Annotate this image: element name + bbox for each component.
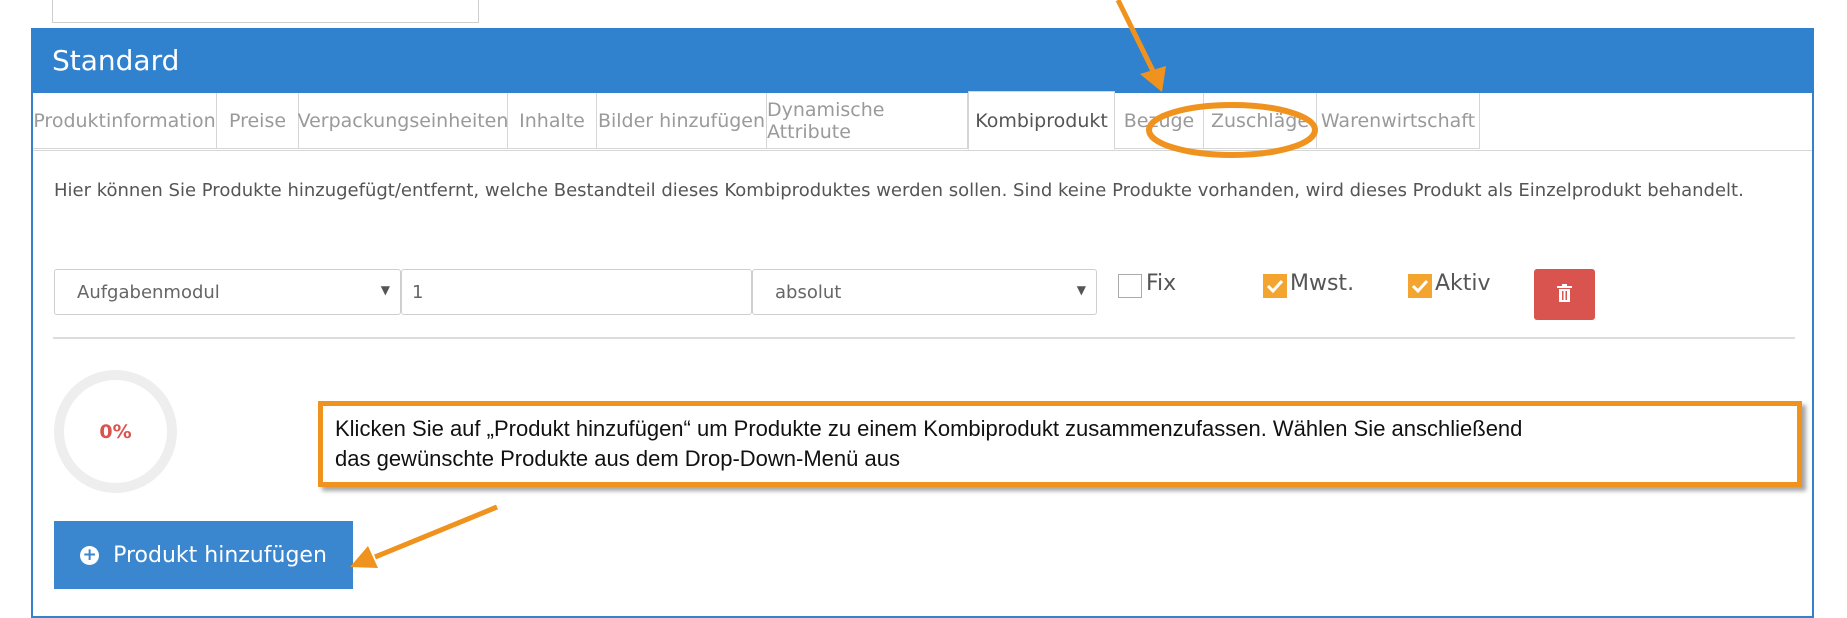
plus-circle-icon: +	[80, 545, 100, 565]
tab-produktinformation[interactable]: Produktinformation	[33, 93, 217, 149]
tab-bezuege[interactable]: Bezüge	[1115, 93, 1204, 149]
tab-bilder-hinzufuegen[interactable]: Bilder hinzufügen	[597, 93, 767, 149]
callout-line-2: das gewünschte Produkte aus dem Drop-Dow…	[335, 446, 900, 471]
annotation-callout: Klicken Sie auf „Produkt hinzufügen“ um …	[318, 401, 1802, 487]
fix-label: Fix	[1146, 271, 1177, 296]
quantity-value: 1	[412, 281, 424, 303]
add-product-button[interactable]: + Produkt hinzufügen	[54, 521, 353, 589]
delete-button[interactable]	[1534, 269, 1595, 320]
tab-verpackungseinheiten[interactable]: Verpackungseinheiten	[298, 93, 508, 149]
tab-preise[interactable]: Preise	[217, 93, 299, 149]
aktiv-checkbox[interactable]	[1408, 274, 1432, 298]
top-input-field[interactable]	[52, 0, 479, 23]
trash-icon	[1557, 284, 1572, 302]
progress-label: 0%	[99, 420, 132, 443]
mwst-label: Mwst.	[1290, 271, 1355, 296]
quantity-input[interactable]: 1	[401, 269, 752, 315]
mode-select[interactable]: absolut ▼	[752, 269, 1097, 315]
tab-zuschlaege[interactable]: Zuschläge	[1204, 93, 1317, 149]
tab-warenwirtschaft[interactable]: Warenwirtschaft	[1317, 93, 1480, 149]
caret-down-icon: ▼	[1076, 283, 1086, 297]
check-icon	[1266, 279, 1284, 294]
info-text: Hier können Sie Produkte hinzugefügt/ent…	[54, 180, 1744, 201]
tab-bar: Produktinformation Preise Verpackungsein…	[33, 91, 1812, 151]
fix-checkbox[interactable]	[1118, 274, 1142, 298]
divider	[53, 337, 1795, 339]
panel-header: Standard	[31, 28, 1814, 93]
tab-kombiprodukt[interactable]: Kombiprodukt	[968, 91, 1115, 150]
tab-dynamische-attribute[interactable]: Dynamische Attribute	[767, 93, 968, 149]
progress-circle: 0%	[54, 370, 177, 493]
product-select-value: Aufgabenmodul	[77, 281, 220, 303]
callout-line-1: Klicken Sie auf „Produkt hinzufügen“ um …	[335, 416, 1523, 441]
product-select[interactable]: Aufgabenmodul ▼	[54, 269, 401, 315]
mode-select-value: absolut	[775, 281, 842, 303]
aktiv-label: Aktiv	[1435, 271, 1491, 296]
add-product-label: Produkt hinzufügen	[113, 542, 327, 568]
mwst-checkbox[interactable]	[1263, 274, 1287, 298]
caret-down-icon: ▼	[380, 283, 390, 297]
tab-inhalte[interactable]: Inhalte	[508, 93, 597, 149]
check-icon	[1411, 279, 1429, 294]
panel-title: Standard	[52, 44, 180, 77]
